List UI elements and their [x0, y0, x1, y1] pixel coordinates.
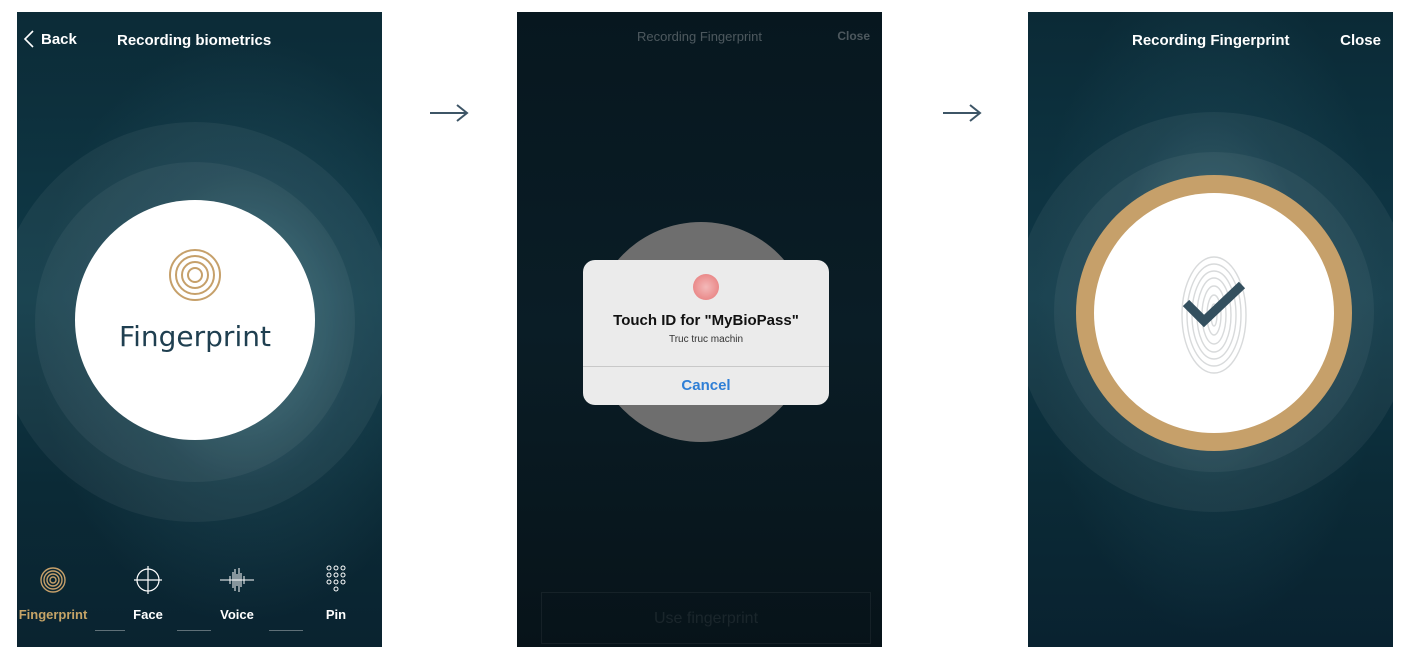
touch-id-icon: [693, 274, 719, 300]
back-label: Back: [41, 30, 77, 48]
page-title: Recording Fingerprint: [1132, 32, 1290, 49]
biometric-tabs: Fingerprint Face Voice Pin: [17, 555, 382, 647]
cancel-button[interactable]: Cancel: [583, 366, 829, 405]
top-bar: Back Recording biometrics: [17, 12, 382, 68]
tab-label: Fingerprint: [18, 607, 88, 622]
top-bar: Recording Fingerprint Close: [517, 12, 882, 68]
circle-label: Fingerprint: [119, 320, 271, 353]
face-crosshair-icon: [134, 566, 162, 594]
tab-separator: [177, 630, 211, 631]
close-button[interactable]: Close: [837, 29, 870, 43]
top-bar: Recording Fingerprint Close: [1028, 12, 1393, 68]
tab-separator: [95, 630, 125, 631]
screen-fingerprint-recorded: Recording Fingerprint Close: [1028, 12, 1393, 647]
alert-title: Touch ID for "MyBioPass": [613, 312, 799, 329]
tab-voice[interactable]: Voice: [211, 565, 263, 622]
back-button[interactable]: Back: [23, 29, 77, 49]
tab-label: Face: [133, 607, 163, 622]
arrow-right-icon: [430, 104, 469, 122]
tab-face[interactable]: Face: [125, 565, 171, 622]
checkmark-icon: [1182, 281, 1246, 328]
close-button[interactable]: Close: [1340, 32, 1381, 49]
use-fingerprint-button[interactable]: Use fingerprint: [541, 592, 871, 644]
page-title: Recording biometrics: [117, 32, 272, 49]
tab-label: Voice: [220, 607, 254, 622]
fingerprint-rings-icon: [40, 567, 66, 593]
tab-fingerprint[interactable]: Fingerprint: [19, 565, 87, 622]
tab-label: Pin: [325, 607, 347, 622]
tab-pin[interactable]: Pin: [313, 565, 359, 622]
screen-recording-biometrics: Back Recording biometrics Fingerprint Fi…: [17, 12, 382, 647]
tab-separator: [269, 630, 303, 631]
touch-id-alert: Touch ID for "MyBioPass" Truc truc machi…: [583, 260, 829, 405]
voice-waveform-icon: [220, 568, 254, 592]
fingerprint-circle-button[interactable]: Fingerprint: [75, 200, 315, 440]
fingerprint-rings-icon: [169, 249, 221, 301]
success-circle: [1094, 193, 1334, 433]
page-title: Recording Fingerprint: [637, 29, 763, 44]
screen-touch-id-prompt: Recording Fingerprint Close Touch ID for…: [517, 12, 882, 647]
alert-subtitle: Truc truc machin: [668, 334, 744, 345]
pin-keypad-icon: [326, 565, 346, 592]
chevron-left-icon: [23, 30, 34, 48]
success-ring: [1076, 175, 1352, 451]
arrow-right-icon: [943, 104, 982, 122]
